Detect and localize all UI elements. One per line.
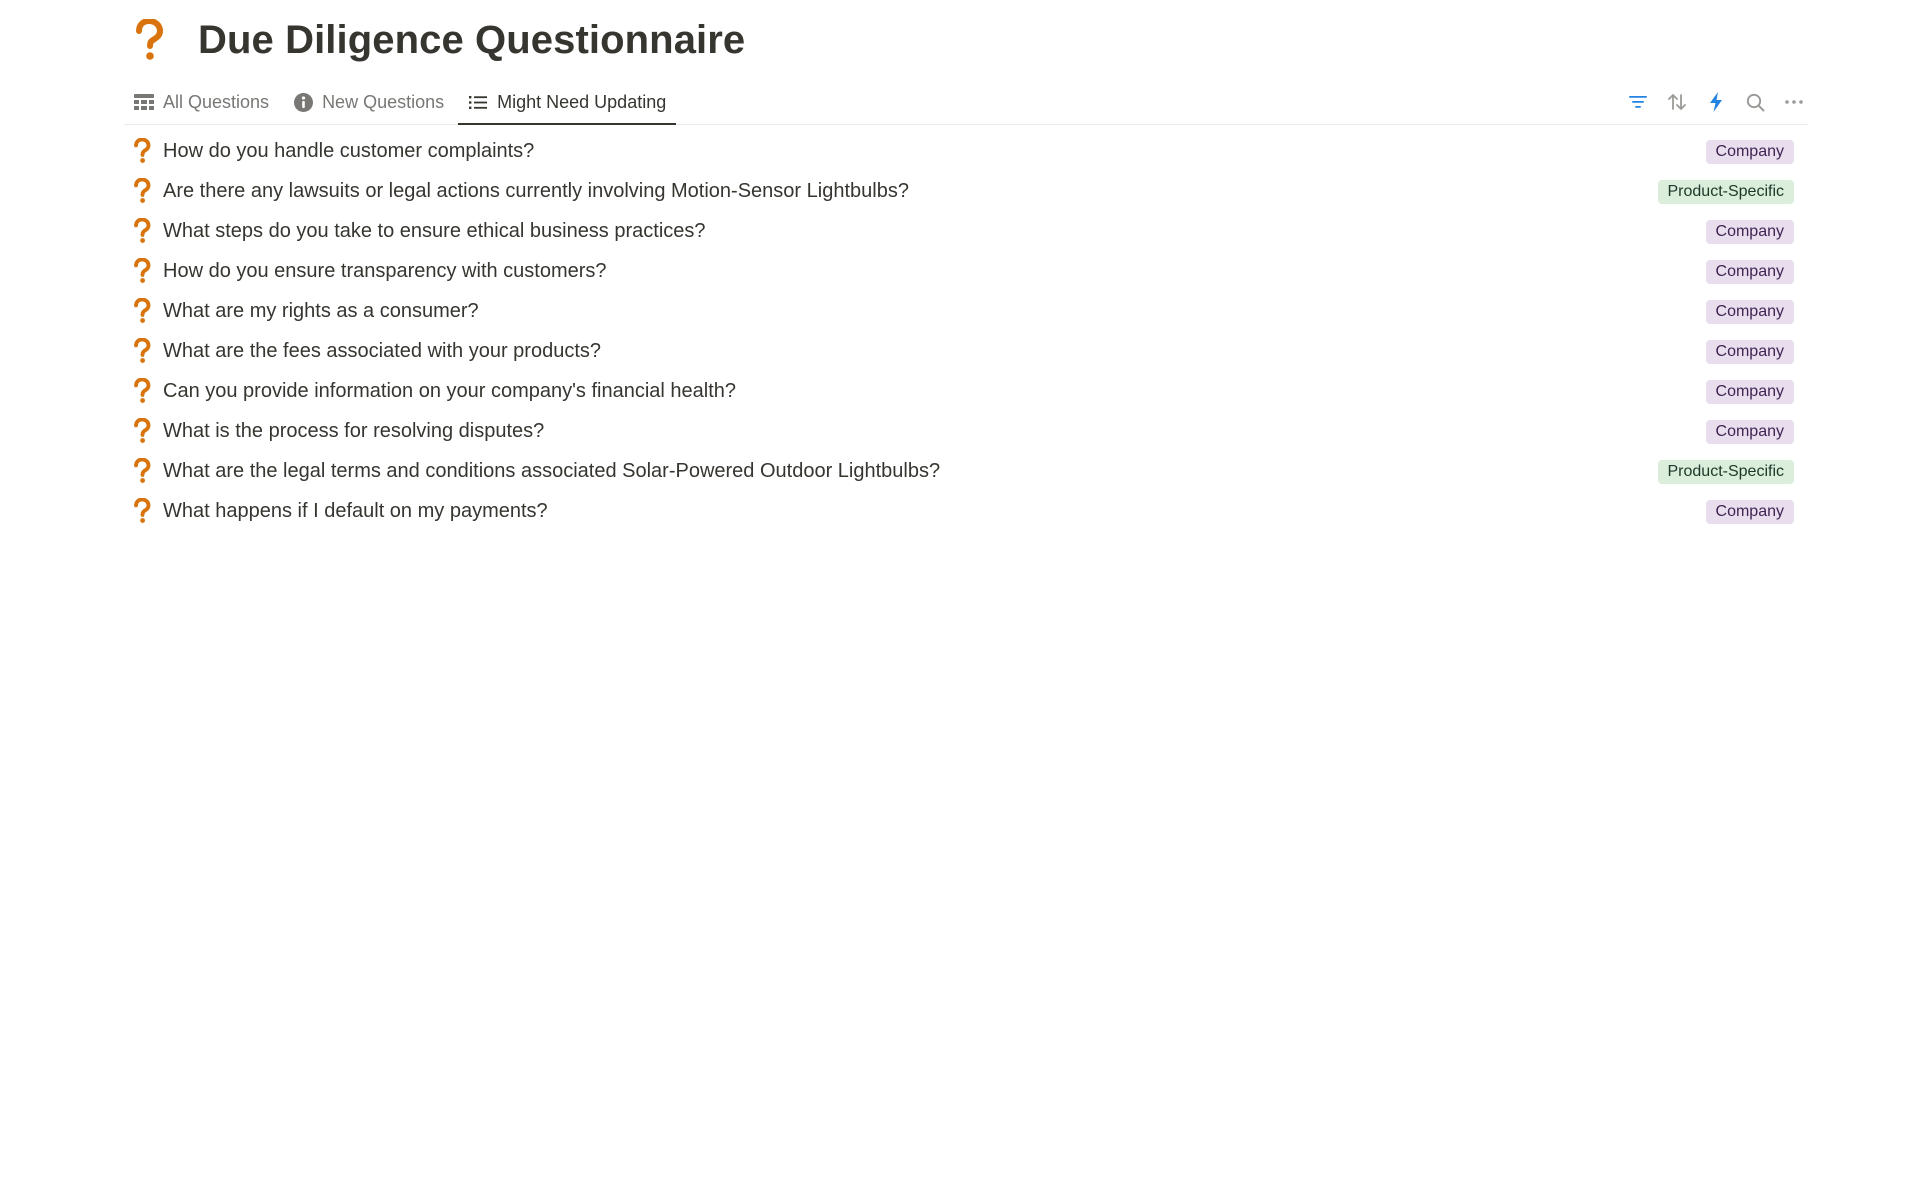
question-mark-icon: [124, 251, 160, 291]
category-tag: Company: [1705, 220, 1794, 244]
list-item[interactable]: How do you ensure transparency with cust…: [124, 251, 1808, 291]
tab-label: New Questions: [322, 91, 445, 112]
category-tag: Product-Specific: [1657, 460, 1794, 484]
question-mark-icon: [124, 491, 160, 531]
question-text: How do you ensure transparency with cust…: [163, 259, 607, 282]
view-tabs: All Questions New Questions Might Need U…: [124, 80, 680, 125]
page-header: Due Diligence Questionnaire: [134, 10, 745, 70]
question-mark-icon: [124, 211, 160, 251]
view-tabbar: All Questions New Questions Might Need U…: [124, 80, 1808, 125]
tab-new-questions[interactable]: New Questions: [283, 80, 454, 124]
sort-icon[interactable]: [1663, 88, 1691, 116]
question-text: What is the process for resolving disput…: [163, 419, 545, 442]
question-text: What are the legal terms and conditions …: [163, 459, 941, 482]
category-tag: Company: [1705, 300, 1794, 324]
question-mark-icon: [124, 291, 160, 331]
category-tag: Company: [1705, 340, 1794, 364]
list-icon: [468, 92, 488, 112]
question-text: Are there any lawsuits or legal actions …: [163, 179, 909, 202]
question-mark-icon: [124, 451, 160, 491]
category-tag: Company: [1705, 500, 1794, 524]
list-item[interactable]: What are my rights as a consumer? Company: [124, 291, 1808, 331]
question-mark-icon: [124, 371, 160, 411]
question-text: What are the fees associated with your p…: [163, 339, 602, 362]
question-text: Can you provide information on your comp…: [163, 379, 737, 402]
list-item[interactable]: What steps do you take to ensure ethical…: [124, 211, 1808, 251]
page: Due Diligence Questionnaire All Question…: [0, 0, 1920, 1199]
category-tag: Product-Specific: [1657, 180, 1794, 204]
question-text: What are my rights as a consumer?: [163, 299, 479, 322]
list-item[interactable]: How do you handle customer complaints? Co…: [124, 131, 1808, 171]
more-icon[interactable]: [1780, 88, 1808, 116]
filter-icon[interactable]: [1624, 88, 1652, 116]
question-text: What steps do you take to ensure ethical…: [163, 219, 706, 242]
question-list: How do you handle customer complaints? Co…: [124, 131, 1808, 531]
list-item[interactable]: Can you provide information on your comp…: [124, 371, 1808, 411]
question-mark-icon: [124, 331, 160, 371]
category-tag: Company: [1705, 380, 1794, 404]
tab-label: Might Need Updating: [497, 91, 667, 112]
list-item[interactable]: What is the process for resolving disput…: [124, 411, 1808, 451]
question-mark-icon: [124, 171, 160, 211]
view-toolbar: [1613, 80, 1808, 124]
list-item[interactable]: What are the fees associated with your p…: [124, 331, 1808, 371]
page-title: Due Diligence Questionnaire: [198, 17, 746, 62]
list-item[interactable]: What are the legal terms and conditions …: [124, 451, 1808, 491]
question-mark-icon: [124, 411, 160, 451]
category-tag: Company: [1705, 260, 1794, 284]
category-tag: Company: [1705, 140, 1794, 164]
automation-icon[interactable]: [1702, 88, 1730, 116]
question-text: What happens if I default on my payments…: [163, 499, 548, 522]
search-icon[interactable]: [1741, 88, 1769, 116]
question-text: How do you handle customer complaints?: [163, 139, 535, 162]
list-item[interactable]: Are there any lawsuits or legal actions …: [124, 171, 1808, 211]
tab-all-questions[interactable]: All Questions: [124, 80, 279, 124]
category-tag: Company: [1705, 420, 1794, 444]
tab-label: All Questions: [163, 91, 270, 112]
question-mark-icon[interactable]: [134, 10, 180, 70]
table-icon: [134, 92, 154, 112]
info-icon: [293, 92, 313, 112]
tab-might-need-updating[interactable]: Might Need Updating: [458, 80, 677, 125]
list-item[interactable]: What happens if I default on my payments…: [124, 491, 1808, 531]
question-mark-icon: [124, 131, 160, 171]
